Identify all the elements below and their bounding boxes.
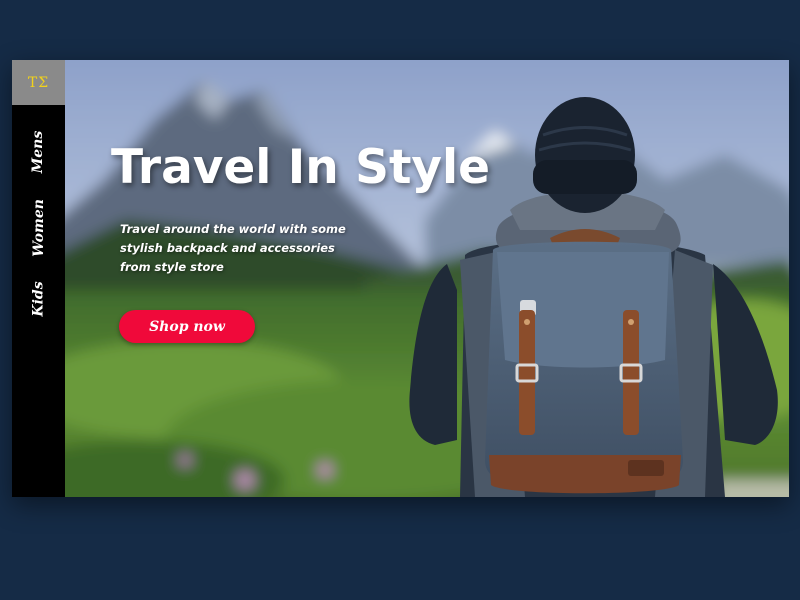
hero-banner: Travel In Style Travel around the world … [65,60,789,497]
shop-now-button[interactable]: Shop now [119,310,255,343]
sidebar-item-women[interactable]: Women [12,199,65,257]
sidebar-item-label: Women [30,199,47,257]
sidebar-item-label: Kids [30,281,47,317]
hero-image-hiker-backpack [65,60,789,497]
brand-logo-text: TΣ [27,74,50,91]
landing-page-frame: TΣ Mens Women Kids Travel In Style Trave… [12,60,789,497]
sidebar-item-kids[interactable]: Kids [12,281,65,317]
sidebar-item-mens[interactable]: Mens [12,130,65,174]
brand-logo[interactable]: TΣ [12,60,65,105]
hero-headline: Travel In Style [111,140,491,195]
hero-subtext: Travel around the world with some stylis… [120,222,346,274]
sidebar-item-label: Mens [30,130,47,174]
sidebar: TΣ Mens Women Kids [12,60,65,497]
